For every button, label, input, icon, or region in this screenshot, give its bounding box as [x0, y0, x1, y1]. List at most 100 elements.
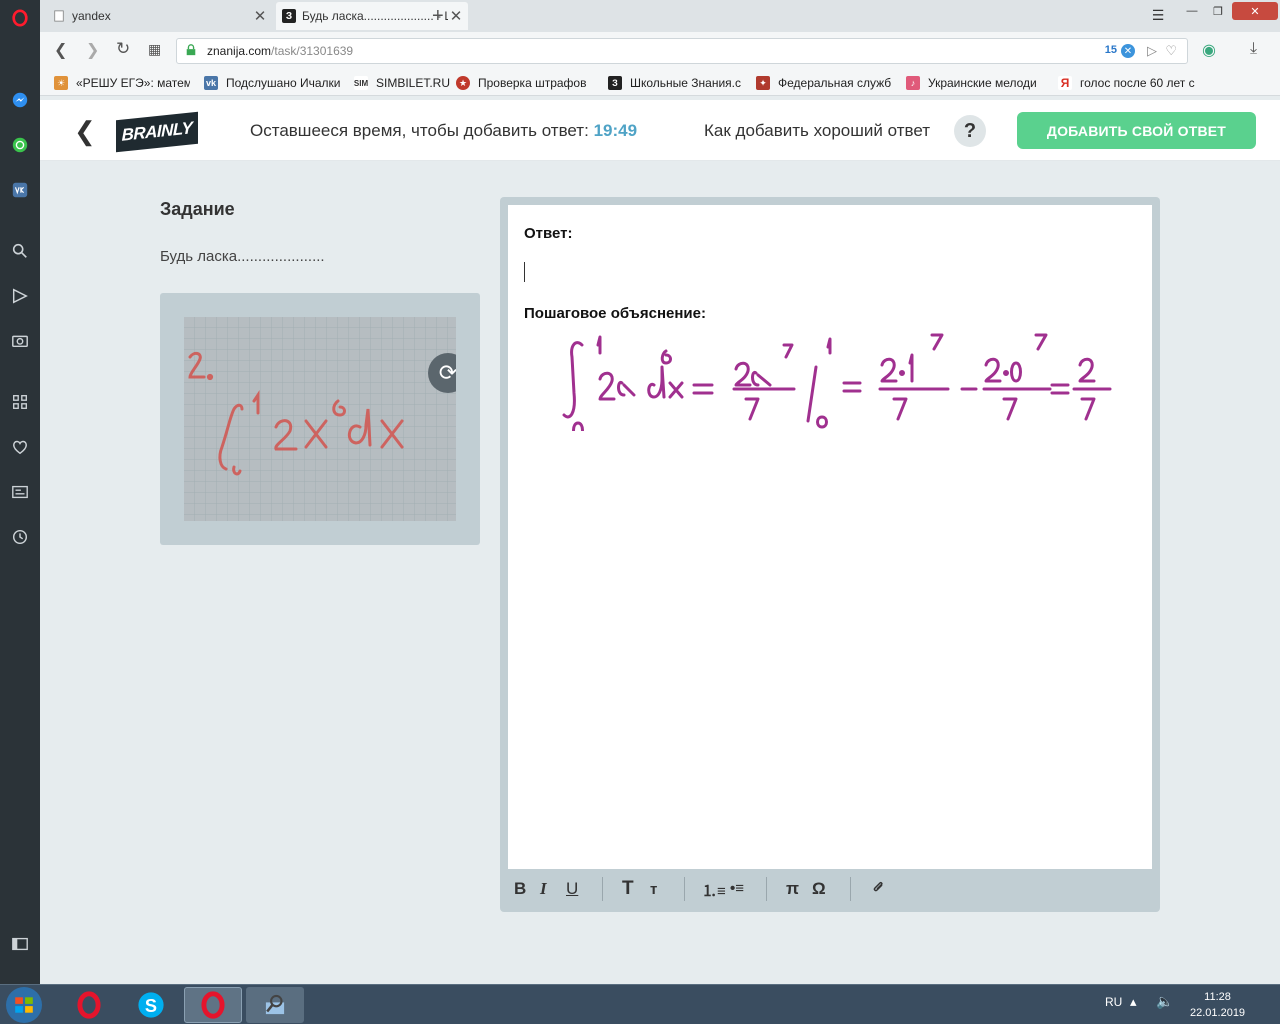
minimize-button[interactable]: —	[1178, 2, 1206, 20]
system-clock[interactable]: 11:28 22.01.2019	[1190, 989, 1245, 1021]
underline-button[interactable]: U	[566, 879, 578, 899]
text-caret	[524, 262, 525, 282]
back-arrow-icon[interactable]: ❮	[74, 116, 96, 147]
yandex-icon: Я	[1058, 76, 1072, 90]
tab-menu-icon[interactable]: ☰	[1144, 6, 1172, 24]
answer-editor[interactable]: Ответ: Пошаговое объяснение:	[508, 205, 1152, 869]
explanation-label: Пошаговое объяснение:	[524, 305, 706, 322]
bookmark-item[interactable]: З Школьные Знания.с	[608, 75, 746, 91]
opera-taskbar-icon[interactable]	[60, 987, 118, 1023]
heart-icon[interactable]	[8, 435, 32, 459]
search-icon[interactable]	[8, 239, 32, 263]
italic-button[interactable]: I	[540, 879, 547, 899]
forward-icon[interactable]: ❯	[86, 40, 99, 60]
bullet-list-icon[interactable]: •≡	[730, 880, 744, 897]
skype-icon[interactable]: S	[122, 987, 180, 1023]
tab-bar: yandex ✕ З Будь ласка...................…	[40, 0, 1280, 32]
answer-editor-frame: Ответ: Пошаговое объяснение: B I U T т ⒈…	[500, 197, 1160, 912]
attachment-icon[interactable]	[870, 879, 886, 900]
tab-title: Будь ласка..................... - Ш	[302, 9, 448, 23]
reload-icon[interactable]: ↻	[116, 39, 130, 59]
back-icon[interactable]: ❮	[54, 40, 67, 60]
task-heading: Задание	[160, 199, 235, 219]
vpn-icon[interactable]: ◉	[1202, 40, 1216, 60]
timer-text: Оставшееся время, чтобы добавить ответ: …	[250, 121, 638, 140]
bookmark-heart-icon[interactable]: ♡	[1165, 43, 1177, 59]
pi-symbol-button[interactable]: π	[786, 879, 799, 899]
magnifier-app-icon[interactable]	[246, 987, 304, 1023]
tracker-count-badge: 15	[1104, 44, 1117, 56]
sun-icon: ☀	[54, 76, 68, 90]
toolbar-divider	[850, 877, 851, 901]
tab-title: yandex	[72, 9, 111, 23]
adblock-icon[interactable]: ✕	[1121, 44, 1135, 58]
emblem-icon: ★	[456, 76, 470, 90]
toolbar-divider	[766, 877, 767, 901]
emblem-icon: ✦	[756, 76, 770, 90]
task-text: Будь ласка.....................	[160, 248, 325, 265]
url-field[interactable]: znanija.com /task/31301639 15 ✕ ▷ ♡	[176, 38, 1188, 64]
omega-symbol-button[interactable]: Ω	[812, 879, 826, 899]
url-path: /task/31301639	[271, 44, 354, 58]
add-answer-button[interactable]: ДОБАВИТЬ СВОЙ ОТВЕТ	[1017, 112, 1256, 149]
tab-yandex[interactable]: yandex ✕	[46, 2, 272, 30]
close-tab-icon[interactable]: ✕	[448, 7, 464, 25]
bookmark-item[interactable]: SIM SIMBILET.RU	[354, 75, 454, 91]
how-to-answer-link[interactable]: Как добавить хороший ответ	[704, 121, 930, 141]
download-icon[interactable]: ⤓	[1250, 40, 1257, 58]
help-button[interactable]: ?	[954, 115, 986, 147]
camera-icon[interactable]	[8, 328, 32, 352]
vk-icon: vk	[204, 76, 218, 90]
toolbar-divider	[602, 877, 603, 901]
new-tab-button[interactable]: +	[432, 5, 444, 28]
heading-large-button[interactable]: T	[622, 878, 634, 900]
bookmark-item[interactable]: ✦ Федеральная служб	[756, 75, 896, 91]
melody-icon: ♪	[906, 76, 920, 90]
page-header: ❮ BRAINLY Оставшееся время, чтобы добави…	[40, 100, 1280, 161]
apps-grid-icon[interactable]	[8, 390, 32, 414]
heading-small-button[interactable]: т	[650, 881, 657, 898]
tabs-grid-icon[interactable]: ▦	[148, 41, 161, 58]
bookmarks-bar: ☀ «РЕШУ ЕГЭ»: матема vk Подслушано Ичалки …	[40, 70, 1280, 96]
tray-arrow-icon[interactable]: ▴	[1130, 994, 1137, 1010]
opera-taskbar-icon-active[interactable]	[184, 987, 242, 1023]
language-indicator[interactable]: RU	[1105, 995, 1122, 1009]
svg-text:S: S	[145, 996, 157, 1016]
toolbar-divider	[684, 877, 685, 901]
timer-value: 19:49	[593, 121, 638, 140]
brainly-logo[interactable]: BRAINLY	[116, 111, 198, 153]
vk-icon[interactable]	[8, 178, 32, 202]
znanija-icon: З	[282, 9, 296, 23]
lock-icon	[185, 43, 199, 60]
bookmark-item[interactable]: vk Подслушано Ичалки	[204, 75, 344, 91]
bookmark-item[interactable]: ☀ «РЕШУ ЕГЭ»: матема	[54, 75, 190, 91]
windows-start-icon[interactable]	[6, 987, 42, 1023]
ordered-list-icon[interactable]: ⒈≡	[702, 880, 726, 901]
task-attachment: ⟳	[160, 293, 480, 545]
answer-label: Ответ:	[524, 225, 573, 242]
history-clock-icon[interactable]	[8, 525, 32, 549]
close-tab-icon[interactable]: ✕	[252, 7, 268, 25]
bold-button[interactable]: B	[514, 879, 526, 899]
send-icon[interactable]	[8, 284, 32, 308]
bookmark-item[interactable]: Яголос после 60 лет с	[1058, 75, 1200, 91]
opera-sidebar	[0, 0, 40, 984]
bookmark-item[interactable]: ♪ Украинские мелоди	[906, 75, 1044, 91]
volume-icon[interactable]: 🔈	[1156, 993, 1173, 1010]
whatsapp-icon[interactable]	[8, 133, 32, 157]
url-domain: znanija.com	[207, 44, 272, 58]
close-window-button[interactable]: ✕	[1232, 2, 1278, 20]
maximize-button[interactable]: ❐	[1204, 2, 1232, 20]
sidebar-toggle-icon[interactable]	[8, 932, 32, 956]
share-icon[interactable]: ▷	[1147, 43, 1157, 59]
news-icon[interactable]	[8, 480, 32, 504]
task-photo[interactable]: ⟳	[184, 317, 456, 521]
messenger-icon[interactable]	[8, 88, 32, 112]
doc-icon	[52, 9, 66, 23]
address-bar-row: ❮ ❯ ↻ ▦ znanija.com /task/31301639 15 ✕ …	[40, 32, 1280, 70]
editor-toolbar: B I U T т ⒈≡ •≡ π Ω	[508, 871, 1152, 907]
znanija-icon: З	[608, 76, 622, 90]
opera-logo-icon[interactable]	[8, 6, 32, 30]
bookmark-item[interactable]: ★ Проверка штрафов	[456, 75, 596, 91]
os-taskbar: S RU ▴ 🔈 11:28 22.01.2019	[0, 984, 1280, 1024]
